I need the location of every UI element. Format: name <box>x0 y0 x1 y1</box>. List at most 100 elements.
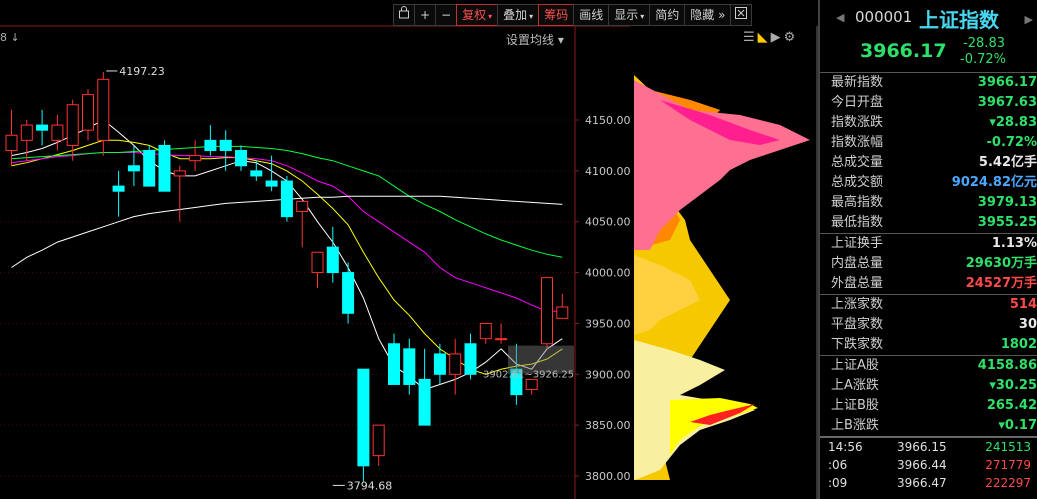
candle-body <box>143 150 156 187</box>
candle-body <box>5 134 18 152</box>
candle-body <box>66 104 79 146</box>
stat-row: 最低指数 3955.25 <box>820 213 1037 233</box>
stat-row: 最高指数 3979.13 <box>820 193 1037 213</box>
tick-time: 14:56 <box>828 440 863 454</box>
stat-row: 内盘总量 29630万手 <box>820 254 1037 274</box>
tick-time: :09 <box>828 476 848 490</box>
y-tick-label: 3900.00 <box>585 368 630 381</box>
y-tick-label: 4000.00 <box>585 267 630 280</box>
candle-body <box>372 424 385 457</box>
stat-label: 下跌家数 <box>831 337 884 352</box>
stat-row: 上证换手 1.13% <box>820 234 1037 254</box>
caret-down-icon: ▾ <box>529 12 534 21</box>
stat-row: 平盘家数 30 <box>820 315 1037 335</box>
quote-header: ◀ 000001 上证指数 ▶ <box>820 0 1037 36</box>
draw-line-button[interactable]: 画线 <box>573 4 610 26</box>
stat-row: 上涨家数 514 <box>820 295 1037 315</box>
candle-body <box>479 322 492 340</box>
stat-label: 今日开盘 <box>831 95 884 110</box>
y-tick-label: 3950.00 <box>585 317 630 330</box>
candle-body <box>541 277 553 345</box>
candle-body <box>464 343 477 375</box>
candle-body <box>525 378 538 391</box>
quote-panel: ◀ 000001 上证指数 ▶ 3966.17 -28.83 -0.72% 最新… <box>818 0 1037 499</box>
candle-body <box>449 353 462 375</box>
stat-value: ▾30.25 <box>989 378 1037 393</box>
stat-value: ▾28.83 <box>989 115 1037 130</box>
stat-value: 29630万手 <box>965 256 1037 271</box>
stat-row: 总成交量 5.42亿手 <box>820 153 1037 173</box>
stats-group-4: 上证A股 4158.86 上A涨跌 ▾30.25 上证B股 265.42 上B涨跌 ▾0.17 <box>820 355 1037 436</box>
candle-body <box>342 272 355 314</box>
candlestick-chart[interactable]: 4150.00 4100.00 4050.00 4000.00 3950.00 3900.… <box>0 0 630 499</box>
stat-value: 1802 <box>1000 337 1037 352</box>
stat-value: 9024.82亿元 <box>951 175 1037 190</box>
candle-body <box>82 94 94 131</box>
high-label: 4197.23 <box>119 65 165 78</box>
ma-line <box>11 119 563 391</box>
stat-value: 265.42 <box>986 398 1037 413</box>
tick-row: :09 3966.47 222297 <box>820 474 1037 492</box>
candle-body <box>265 180 278 187</box>
next-arrow-icon[interactable]: ▶ <box>1025 13 1033 26</box>
stat-label: 外盘总量 <box>831 276 884 291</box>
y-tick-label: 4150.00 <box>585 114 630 127</box>
stat-value: 514 <box>1009 297 1037 312</box>
candle-body <box>250 170 263 177</box>
prev-arrow-icon[interactable]: ◀ <box>836 11 844 24</box>
zoom-out-button[interactable]: − <box>435 4 458 26</box>
price-change-pct: -0.72% <box>960 52 1006 67</box>
candle-body <box>418 378 431 426</box>
y-tick-label: 4100.00 <box>585 165 630 178</box>
stat-label: 上B涨跌 <box>831 418 879 433</box>
stat-label: 总成交量 <box>831 155 884 170</box>
y-tick-label: 3850.00 <box>585 419 630 432</box>
overlay-button[interactable]: 叠加 ▾ <box>497 4 540 26</box>
candle-body <box>219 139 232 152</box>
candle-body <box>158 144 171 192</box>
stats-group-3: 上涨家数 514 平盘家数 30 下跌家数 1802 <box>820 294 1037 355</box>
stat-label: 上证B股 <box>831 398 879 413</box>
candle-body <box>495 338 508 341</box>
tick-price: 3966.44 <box>897 458 947 472</box>
candle-body <box>433 353 446 375</box>
tick-volume: 222297 <box>985 476 1031 490</box>
stats-group-2: 上证换手 1.13% 内盘总量 29630万手外盘总量 24527万手 <box>820 233 1037 294</box>
stat-row: 上A涨跌 ▾30.25 <box>820 376 1037 396</box>
chips-button[interactable]: 筹码 <box>538 4 575 26</box>
y-tick-label: 3800.00 <box>585 470 630 483</box>
stat-label: 上证换手 <box>831 236 884 251</box>
candle-body <box>296 200 309 213</box>
candle-body <box>235 150 247 167</box>
y-tick-label: 4050.00 <box>585 216 630 229</box>
stat-label: 最高指数 <box>831 195 884 210</box>
candle-body <box>173 170 186 177</box>
candle-body <box>311 251 324 274</box>
candle-body <box>189 155 202 162</box>
stat-label: 总成交额 <box>831 175 884 190</box>
stat-row: 外盘总量 24527万手 <box>820 274 1037 294</box>
stat-label: 上涨家数 <box>831 297 884 312</box>
candle-body <box>36 124 49 131</box>
stat-value: 1.13% <box>991 236 1037 251</box>
quote-summary: 3966.17 -28.83 -0.72% <box>820 36 1037 72</box>
tick-list: 14:56 3966.15 241513:06 3966.44 271779:09 396… <box>820 436 1037 492</box>
lock-icon[interactable] <box>393 4 415 26</box>
cost-range-label: 3902.61~3926.25 <box>483 370 574 381</box>
stat-label: 最新指数 <box>831 75 884 90</box>
chip-profile-pink <box>634 80 810 250</box>
stat-label: 指数涨幅 <box>831 135 884 150</box>
stats-group-1: 最新指数 3966.17 今日开盘 3967.63 指数涨跌 ▾28.83 指数涨幅 -0.7… <box>820 72 1037 233</box>
tick-time: :06 <box>828 458 848 472</box>
zoom-in-button[interactable]: + <box>414 4 437 26</box>
tick-volume: 241513 <box>985 440 1031 454</box>
candle-body <box>403 348 416 385</box>
chip-distribution-chart <box>634 75 810 480</box>
stat-row: 今日开盘 3967.63 <box>820 93 1037 113</box>
stat-value: 24527万手 <box>965 276 1037 291</box>
adjust-button[interactable]: 复权 ▾ <box>456 4 499 26</box>
stat-label: 指数涨跌 <box>831 115 884 130</box>
set-ma-button[interactable]: 设置均线 ▾ <box>506 31 564 48</box>
stat-value: 30 <box>1018 317 1037 332</box>
stat-row: 指数涨跌 ▾28.83 <box>820 113 1037 133</box>
